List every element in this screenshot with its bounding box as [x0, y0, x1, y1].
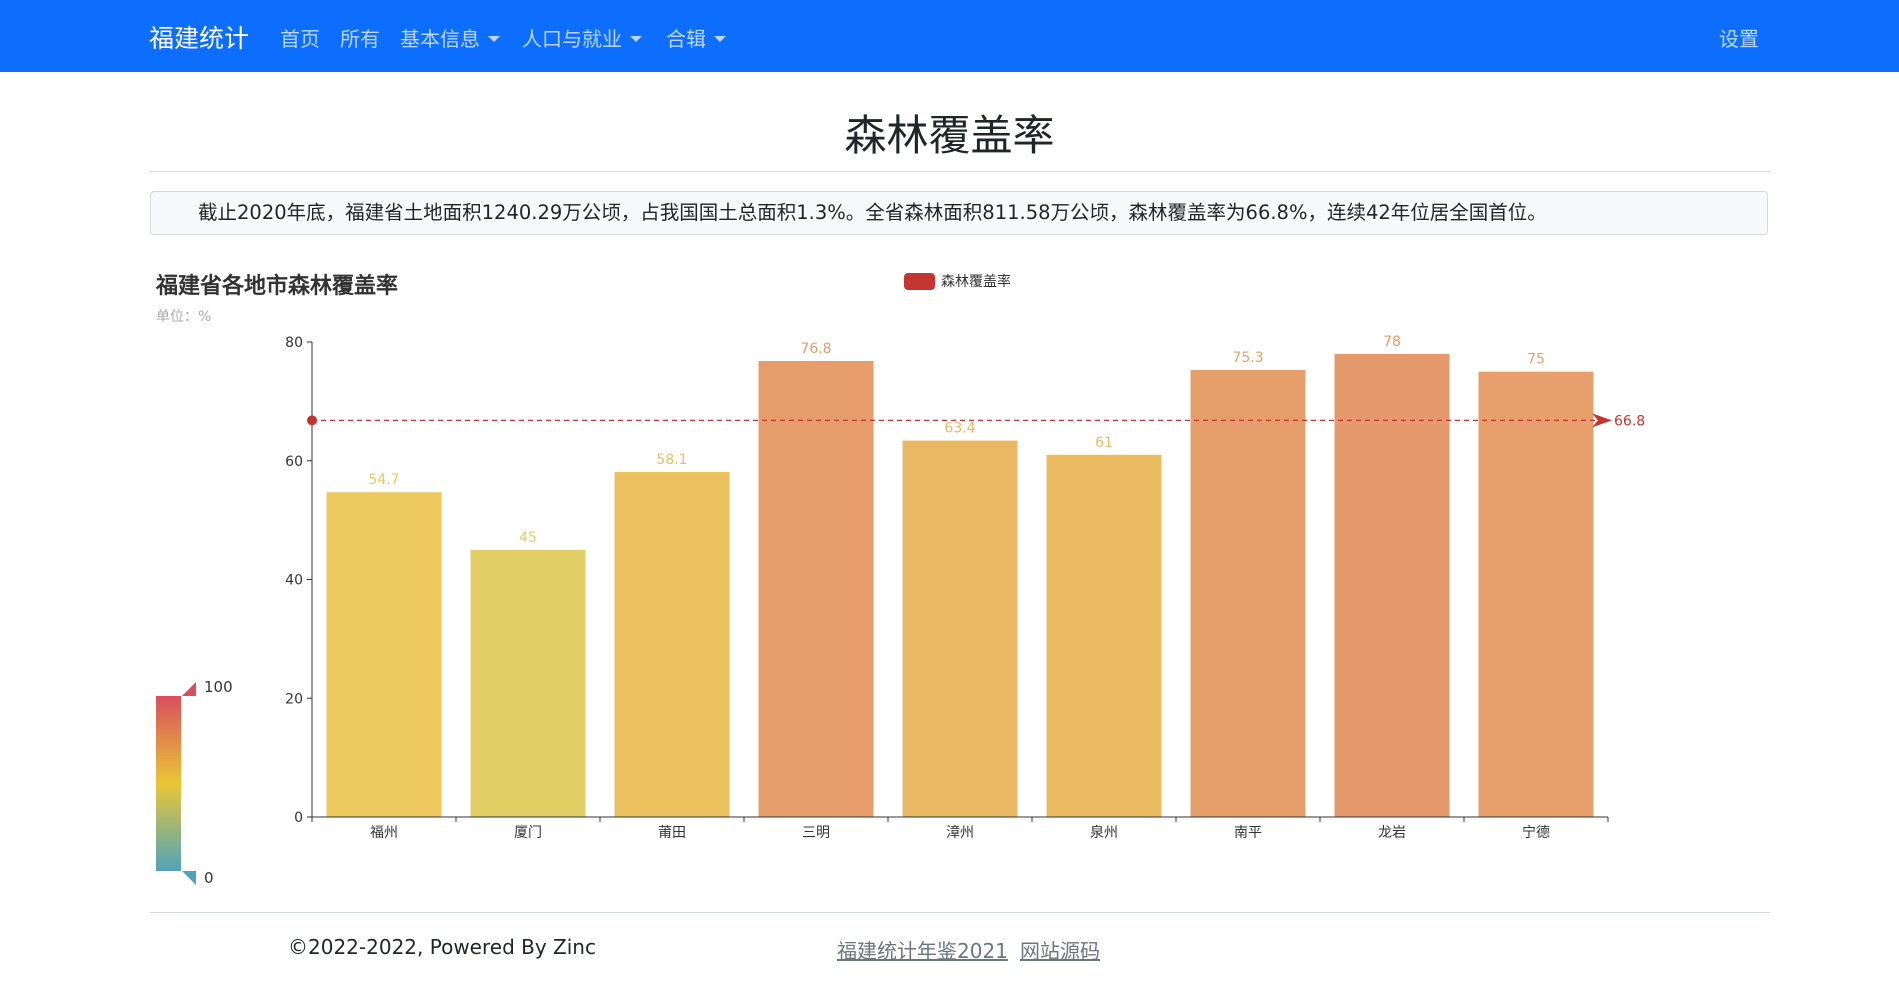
visual-map-max-label: 100	[204, 678, 233, 696]
footer-link-yearbook[interactable]: 福建统计年鉴2021	[837, 935, 1008, 964]
x-category-label: 三明	[802, 825, 830, 841]
y-tick-label: 80	[285, 335, 303, 351]
x-category-label: 福州	[370, 825, 398, 841]
visual-map-min-handle[interactable]	[182, 871, 196, 885]
bar-chart: 森林覆盖率 100 0 0 20 40 60 80 54.7 福州 45 厦门 58.1 莆田 76.…	[156, 273, 1645, 887]
average-line-label: 66.8	[1614, 413, 1645, 429]
x-category-label: 宁德	[1522, 824, 1550, 841]
bar-value-label: 54.7	[368, 472, 399, 488]
bar[interactable]	[470, 549, 586, 817]
x-category-label: 南平	[1234, 825, 1262, 841]
visual-map-bar[interactable]	[156, 696, 181, 871]
bar-value-label: 63.4	[944, 421, 975, 437]
legend-swatch[interactable]	[904, 273, 935, 290]
y-tick-label: 60	[285, 454, 303, 470]
bar[interactable]	[614, 472, 730, 817]
bar-value-label: 58.1	[656, 452, 687, 468]
x-category-label: 厦门	[514, 825, 542, 841]
bar[interactable]	[1190, 369, 1306, 817]
bar[interactable]	[1046, 454, 1162, 817]
bar-value-label: 78	[1383, 334, 1401, 350]
visual-map-max-handle[interactable]	[182, 682, 196, 696]
visual-map-min-label: 0	[204, 869, 214, 887]
bar-value-label: 75	[1527, 352, 1545, 368]
bar-value-label: 45	[519, 530, 537, 546]
bar[interactable]	[902, 440, 1018, 817]
average-line-start-dot	[307, 415, 317, 426]
x-category-label: 龙岩	[1378, 825, 1406, 841]
bar[interactable]	[1334, 353, 1450, 817]
bar-value-label: 61	[1095, 435, 1113, 451]
legend-label[interactable]: 森林覆盖率	[941, 273, 1011, 290]
footer-link-source-code[interactable]: 网站源码	[1020, 935, 1100, 964]
footer-divider	[150, 912, 1770, 913]
y-tick-label: 40	[285, 573, 303, 589]
bar-value-label: 76.8	[800, 341, 831, 357]
bar-value-label: 75.3	[1232, 350, 1263, 366]
bar[interactable]	[326, 492, 442, 817]
y-tick-label: 0	[294, 810, 303, 826]
bar[interactable]	[1478, 371, 1594, 817]
plot-area: 0 20 40 60 80 54.7 福州 45 厦门 58.1 莆田 76.8 三明 63.4 漳州 61 泉…	[285, 334, 1645, 841]
x-category-label: 漳州	[946, 824, 974, 841]
bar[interactable]	[758, 361, 874, 817]
x-category-label: 莆田	[658, 825, 686, 841]
footer-copyright: ©2022-2022, Powered By Zinc	[288, 935, 596, 959]
y-tick-label: 20	[285, 691, 303, 707]
x-category-label: 泉州	[1090, 824, 1118, 841]
